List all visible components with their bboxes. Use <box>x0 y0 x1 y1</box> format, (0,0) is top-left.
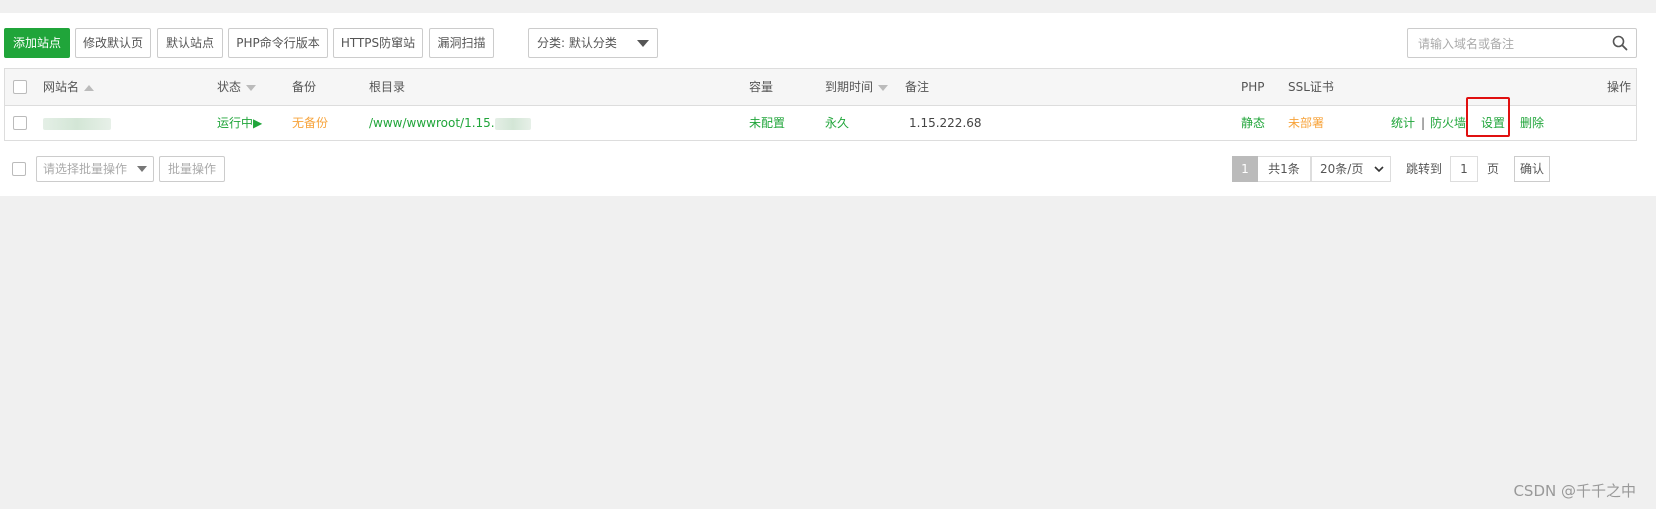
watermark: CSDN @千千之中 <box>1513 482 1636 500</box>
column-site-name[interactable]: 网站名 <box>43 69 95 105</box>
batch-operation-select[interactable]: 请选择批量操作 <box>36 156 154 182</box>
chevron-down-icon <box>1374 166 1384 173</box>
site-management-panel: 添加站点 修改默认页 默认站点 PHP命令行版本 HTTPS防窜站 漏洞扫描 分… <box>0 13 1656 196</box>
remark-text[interactable]: 1.15.222.68 <box>909 105 982 141</box>
search-input[interactable] <box>1416 30 1610 58</box>
column-root-dir: 根目录 <box>369 80 406 94</box>
https-anti-leech-button[interactable]: HTTPS防窜站 <box>333 28 423 58</box>
confirm-button[interactable]: 确认 <box>1514 156 1550 182</box>
column-capacity: 容量 <box>749 80 774 94</box>
backup-link[interactable]: 无备份 <box>292 105 328 141</box>
sites-table: 网站名 状态 备份 根目录 容量 到期时间 备注 PHP SSL证书 操作 运行… <box>4 68 1637 141</box>
select-all-checkbox[interactable] <box>13 80 27 94</box>
site-name-link[interactable] <box>43 105 111 141</box>
category-select-label: 分类: 默认分类 <box>537 36 617 50</box>
column-remark: 备注 <box>905 80 930 94</box>
search-icon[interactable] <box>1612 35 1628 54</box>
php-version-link[interactable]: 静态 <box>1241 105 1265 141</box>
jump-page-input[interactable]: 1 <box>1450 156 1478 182</box>
vuln-scan-button[interactable]: 漏洞扫描 <box>429 28 494 58</box>
table-row: 运行中▶ 无备份 /www/wwwroot/1.15. 未配置 永久 1.15.… <box>5 105 1636 141</box>
settings-highlight-box <box>1466 97 1510 137</box>
row-checkbox[interactable] <box>13 116 27 130</box>
root-dir-link[interactable]: /www/wwwroot/1.15. <box>369 105 531 141</box>
jump-to-label: 跳转到 <box>1406 162 1443 176</box>
chevron-down-icon <box>137 166 147 172</box>
page-1-button[interactable]: 1 <box>1232 156 1258 182</box>
chevron-down-icon <box>637 40 649 47</box>
column-php: PHP <box>1241 80 1265 94</box>
column-site-name-label: 网站名 <box>43 80 80 94</box>
capacity-link[interactable]: 未配置 <box>749 105 785 141</box>
edit-default-page-button[interactable]: 修改默认页 <box>75 28 151 58</box>
table-header: 网站名 状态 备份 根目录 容量 到期时间 备注 PHP SSL证书 操作 <box>5 69 1636 106</box>
column-backup: 备份 <box>292 80 317 94</box>
column-actions: 操作 <box>1607 80 1632 94</box>
redacted-root-dir <box>494 117 531 130</box>
add-site-button[interactable]: 添加站点 <box>4 28 70 58</box>
firewall-link[interactable]: 防火墙 <box>1430 105 1466 141</box>
redacted-site-name <box>43 117 111 130</box>
per-page-select[interactable]: 20条/页 <box>1311 156 1391 182</box>
footer-select-all-checkbox[interactable] <box>12 162 26 176</box>
sort-desc-icon <box>878 84 889 91</box>
page-unit-label: 页 <box>1487 162 1500 176</box>
per-page-label: 20条/页 <box>1320 162 1364 176</box>
sort-desc-icon <box>246 84 257 91</box>
category-select[interactable]: 分类: 默认分类 <box>528 28 658 58</box>
ssl-status-link[interactable]: 未部署 <box>1288 105 1324 141</box>
column-ssl: SSL证书 <box>1288 80 1334 94</box>
action-separator: | <box>1421 116 1426 130</box>
batch-operation-placeholder: 请选择批量操作 <box>43 162 128 176</box>
status-toggle[interactable]: 运行中▶ <box>217 105 262 141</box>
column-status[interactable]: 状态 <box>217 69 257 105</box>
table-footer: 请选择批量操作 批量操作 1 共1条 20条/页 跳转到 1 页 确认 <box>0 152 1656 186</box>
stats-link[interactable]: 统计 <box>1391 105 1415 141</box>
column-expire[interactable]: 到期时间 <box>825 69 889 105</box>
search-box <box>1407 28 1637 58</box>
root-dir-text: /www/wwwroot/1.15. <box>369 116 495 130</box>
column-status-label: 状态 <box>217 80 242 94</box>
default-site-button[interactable]: 默认站点 <box>157 28 223 58</box>
column-expire-label: 到期时间 <box>825 80 874 94</box>
delete-link[interactable]: 删除 <box>1520 105 1544 141</box>
expire-link[interactable]: 永久 <box>825 105 849 141</box>
batch-operation-button[interactable]: 批量操作 <box>159 156 225 182</box>
sort-asc-icon <box>84 84 95 91</box>
total-count: 共1条 <box>1258 156 1311 182</box>
php-cli-version-button[interactable]: PHP命令行版本 <box>228 28 328 58</box>
